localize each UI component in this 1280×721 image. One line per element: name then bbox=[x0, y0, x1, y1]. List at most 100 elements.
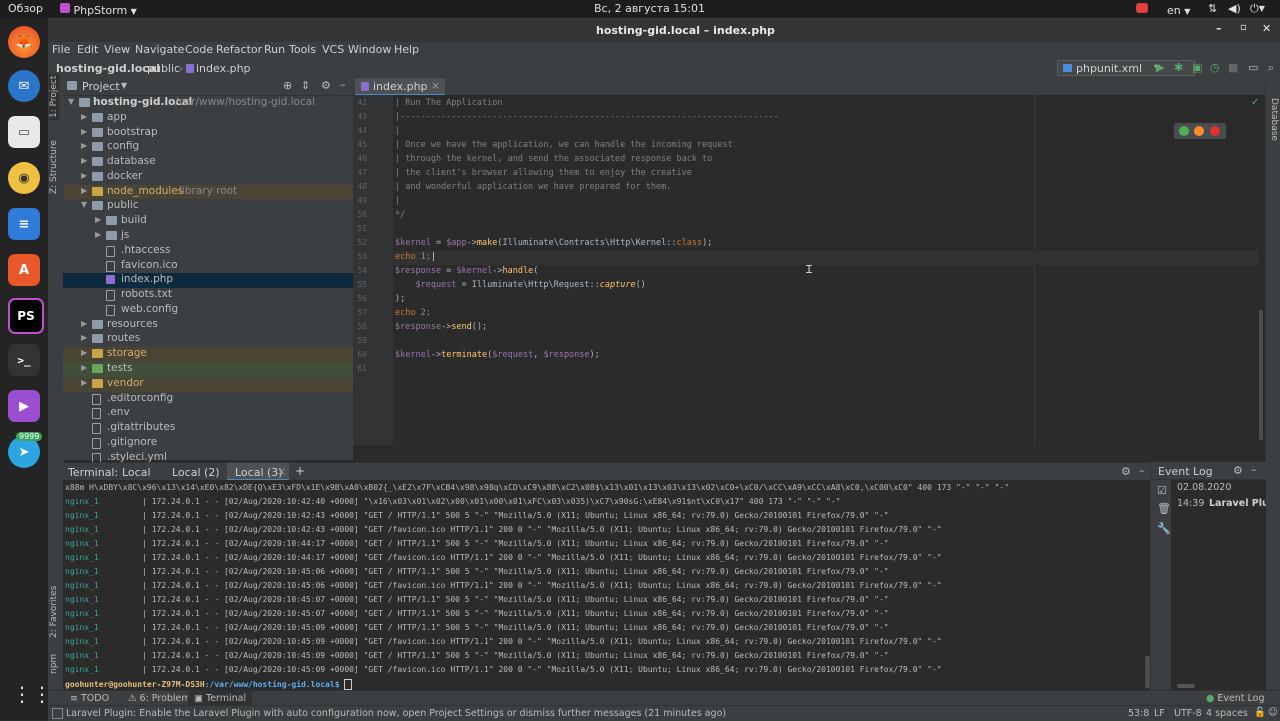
menu-file[interactable]: File bbox=[52, 43, 70, 56]
tree-folder[interactable]: ▶ node_modules library root bbox=[63, 184, 353, 200]
network-icon[interactable]: ⇅ bbox=[1208, 2, 1217, 15]
chevron-right-icon[interactable]: ▶ bbox=[95, 215, 103, 224]
chevron-right-icon[interactable]: ▶ bbox=[81, 363, 89, 372]
indent-setting[interactable]: 4 spaces bbox=[1206, 708, 1248, 719]
code-line[interactable]: |---------------------------------------… bbox=[395, 112, 779, 122]
chevron-right-icon[interactable]: ▶ bbox=[81, 378, 89, 387]
power-icon[interactable]: ⏻ ▼ bbox=[1250, 2, 1265, 16]
run-icon[interactable]: ▶ bbox=[1156, 61, 1164, 74]
code-line[interactable]: $kernel->terminate($request, $response); bbox=[395, 350, 600, 360]
code-line[interactable]: | Once we have the application, we can h… bbox=[395, 140, 733, 150]
tree-folder[interactable]: ▼ public bbox=[63, 199, 353, 214]
maximize-button[interactable]: ▫ bbox=[1240, 22, 1247, 33]
volume-icon[interactable]: ◀) bbox=[1228, 2, 1241, 15]
code-line[interactable]: | bbox=[395, 126, 400, 136]
tree-folder[interactable]: ▶ routes bbox=[63, 332, 353, 347]
code-editor[interactable]: ✓ | Run The Application |----------------… bbox=[393, 95, 1265, 445]
code-line[interactable]: | Run The Application bbox=[395, 98, 502, 108]
chevron-right-icon[interactable]: ▶ bbox=[95, 230, 103, 239]
rhythmbox-icon[interactable]: ◉ bbox=[8, 162, 40, 194]
chevron-right-icon[interactable]: ▶ bbox=[81, 156, 89, 165]
chevron-right-icon[interactable]: ▶ bbox=[81, 186, 89, 195]
chevron-down-icon[interactable]: ▼ bbox=[121, 81, 127, 90]
menu-window[interactable]: Window bbox=[348, 43, 391, 56]
project-view-select[interactable]: Project bbox=[82, 80, 120, 93]
new-terminal-icon[interactable]: + bbox=[295, 464, 305, 478]
code-line[interactable]: | the client's browser allowing them to … bbox=[395, 168, 692, 178]
layout-icon[interactable]: ▭ bbox=[1248, 61, 1258, 74]
event-message[interactable]: Laravel Plugin bbox=[1209, 498, 1266, 509]
inspector-icon[interactable]: ☺ bbox=[1268, 707, 1278, 718]
close-button[interactable]: ✕ bbox=[1262, 22, 1271, 35]
terminal-prompt[interactable]: goohunter@goohunter-Z97M-DS3H:/var/www/h… bbox=[65, 679, 352, 690]
activities-button[interactable]: Обзор bbox=[8, 2, 43, 15]
chevron-right-icon[interactable]: ▶ bbox=[81, 141, 89, 150]
tree-file[interactable]: web.config bbox=[63, 303, 353, 318]
tree-file[interactable]: .gitattributes bbox=[63, 421, 353, 436]
tab-npm[interactable]: npm bbox=[49, 654, 59, 674]
tree-root[interactable]: ▼ hosting-gid.local /var/www/hosting-gid… bbox=[63, 96, 353, 111]
breadcrumb-file[interactable]: index.php bbox=[196, 62, 251, 75]
debug-icon[interactable]: ✱ bbox=[1174, 61, 1183, 74]
tree-folder[interactable]: ▶ database bbox=[63, 155, 353, 170]
tree-file[interactable]: index.php bbox=[63, 273, 353, 289]
event-log-tab[interactable]: ● Event Log bbox=[1206, 693, 1265, 704]
tab-favorites[interactable]: 2: Favorites bbox=[49, 586, 59, 638]
app-menu[interactable]: PhpStorm ▼ bbox=[60, 2, 137, 17]
code-line[interactable]: | through the kernel, and send the assoc… bbox=[395, 154, 712, 164]
locate-icon[interactable]: ⊕ bbox=[283, 79, 292, 92]
caret-position[interactable]: 53:8 bbox=[1128, 708, 1149, 719]
menu-navigate[interactable]: Navigate bbox=[135, 43, 184, 56]
code-line[interactable]: */ bbox=[395, 210, 405, 220]
chevron-right-icon[interactable]: ▶ bbox=[81, 319, 89, 328]
trash-icon[interactable]: 🗑 bbox=[1157, 502, 1171, 515]
tree-file[interactable]: .env bbox=[63, 406, 353, 421]
terminal-tab[interactable]: Local bbox=[122, 466, 151, 479]
media-player-icon[interactable]: ▶ bbox=[8, 390, 40, 422]
opera-icon[interactable] bbox=[1210, 126, 1220, 136]
menu-view[interactable]: View bbox=[104, 43, 130, 56]
tree-file[interactable]: robots.txt bbox=[63, 288, 353, 303]
tree-folder[interactable]: ▶ bootstrap bbox=[63, 126, 353, 141]
toggle-tool-windows-icon[interactable] bbox=[52, 708, 63, 719]
menu-tools[interactable]: Tools bbox=[289, 43, 316, 56]
tree-folder[interactable]: ▶ build bbox=[63, 214, 353, 229]
gear-icon[interactable]: ⚙ bbox=[1233, 464, 1243, 477]
stop-icon[interactable]: ■ bbox=[1228, 61, 1238, 74]
chevron-right-icon[interactable]: ▶ bbox=[81, 333, 89, 342]
tree-folder[interactable]: ▶ js bbox=[63, 229, 353, 244]
code-line[interactable]: echo 2; bbox=[395, 308, 431, 318]
chevron-right-icon[interactable]: ▶ bbox=[81, 171, 89, 180]
menu-help[interactable]: Help bbox=[394, 43, 419, 56]
close-tab-icon[interactable]: × bbox=[431, 79, 440, 92]
tree-folder[interactable]: ▶ docker bbox=[63, 170, 353, 185]
menu-vcs[interactable]: VCS bbox=[322, 43, 344, 56]
coverage-icon[interactable]: ▣ bbox=[1192, 61, 1202, 74]
code-line[interactable]: $response->send(); bbox=[395, 322, 487, 332]
menu-code[interactable]: Code bbox=[185, 43, 213, 56]
todo-tab[interactable]: ≡ TODO bbox=[70, 693, 109, 704]
tree-folder[interactable]: ▶ app bbox=[63, 111, 353, 126]
show-apps-icon[interactable]: ⋮⋮ bbox=[12, 682, 52, 706]
phpstorm-dock-icon[interactable]: PS bbox=[8, 298, 44, 334]
firefox-browser-icon[interactable] bbox=[1194, 126, 1204, 136]
tree-folder[interactable]: ▶ vendor bbox=[63, 376, 353, 392]
lock-icon[interactable]: 🔓 bbox=[1254, 707, 1266, 718]
language-indicator[interactable]: en ▼ bbox=[1167, 2, 1190, 17]
terminal-tab[interactable]: Local (2) bbox=[172, 466, 220, 479]
file-encoding[interactable]: UTF-8 bbox=[1174, 708, 1202, 719]
line-separator[interactable]: LF bbox=[1154, 708, 1165, 719]
clock[interactable]: Вс, 2 августа 15:01 bbox=[594, 2, 705, 15]
tree-folder[interactable]: ▶ tests bbox=[63, 362, 353, 377]
tree-file[interactable]: .editorconfig bbox=[63, 392, 353, 407]
tab-project[interactable]: 1: Project bbox=[49, 73, 59, 120]
editor-scrollbar[interactable] bbox=[1259, 310, 1263, 440]
tab-database[interactable]: Database bbox=[1269, 98, 1279, 141]
problems-tab[interactable]: ⚠ 6: Problems bbox=[128, 693, 196, 704]
collapse-icon[interactable]: ⇕ bbox=[301, 79, 310, 92]
code-line[interactable]: $request = Illuminate\Http\Request::capt… bbox=[395, 280, 645, 290]
profile-icon[interactable]: ◷ bbox=[1210, 61, 1220, 74]
event-log-scrollbar[interactable] bbox=[1177, 684, 1195, 688]
chrome-icon[interactable] bbox=[1179, 126, 1189, 136]
menu-refactor[interactable]: Refactor bbox=[216, 43, 262, 56]
